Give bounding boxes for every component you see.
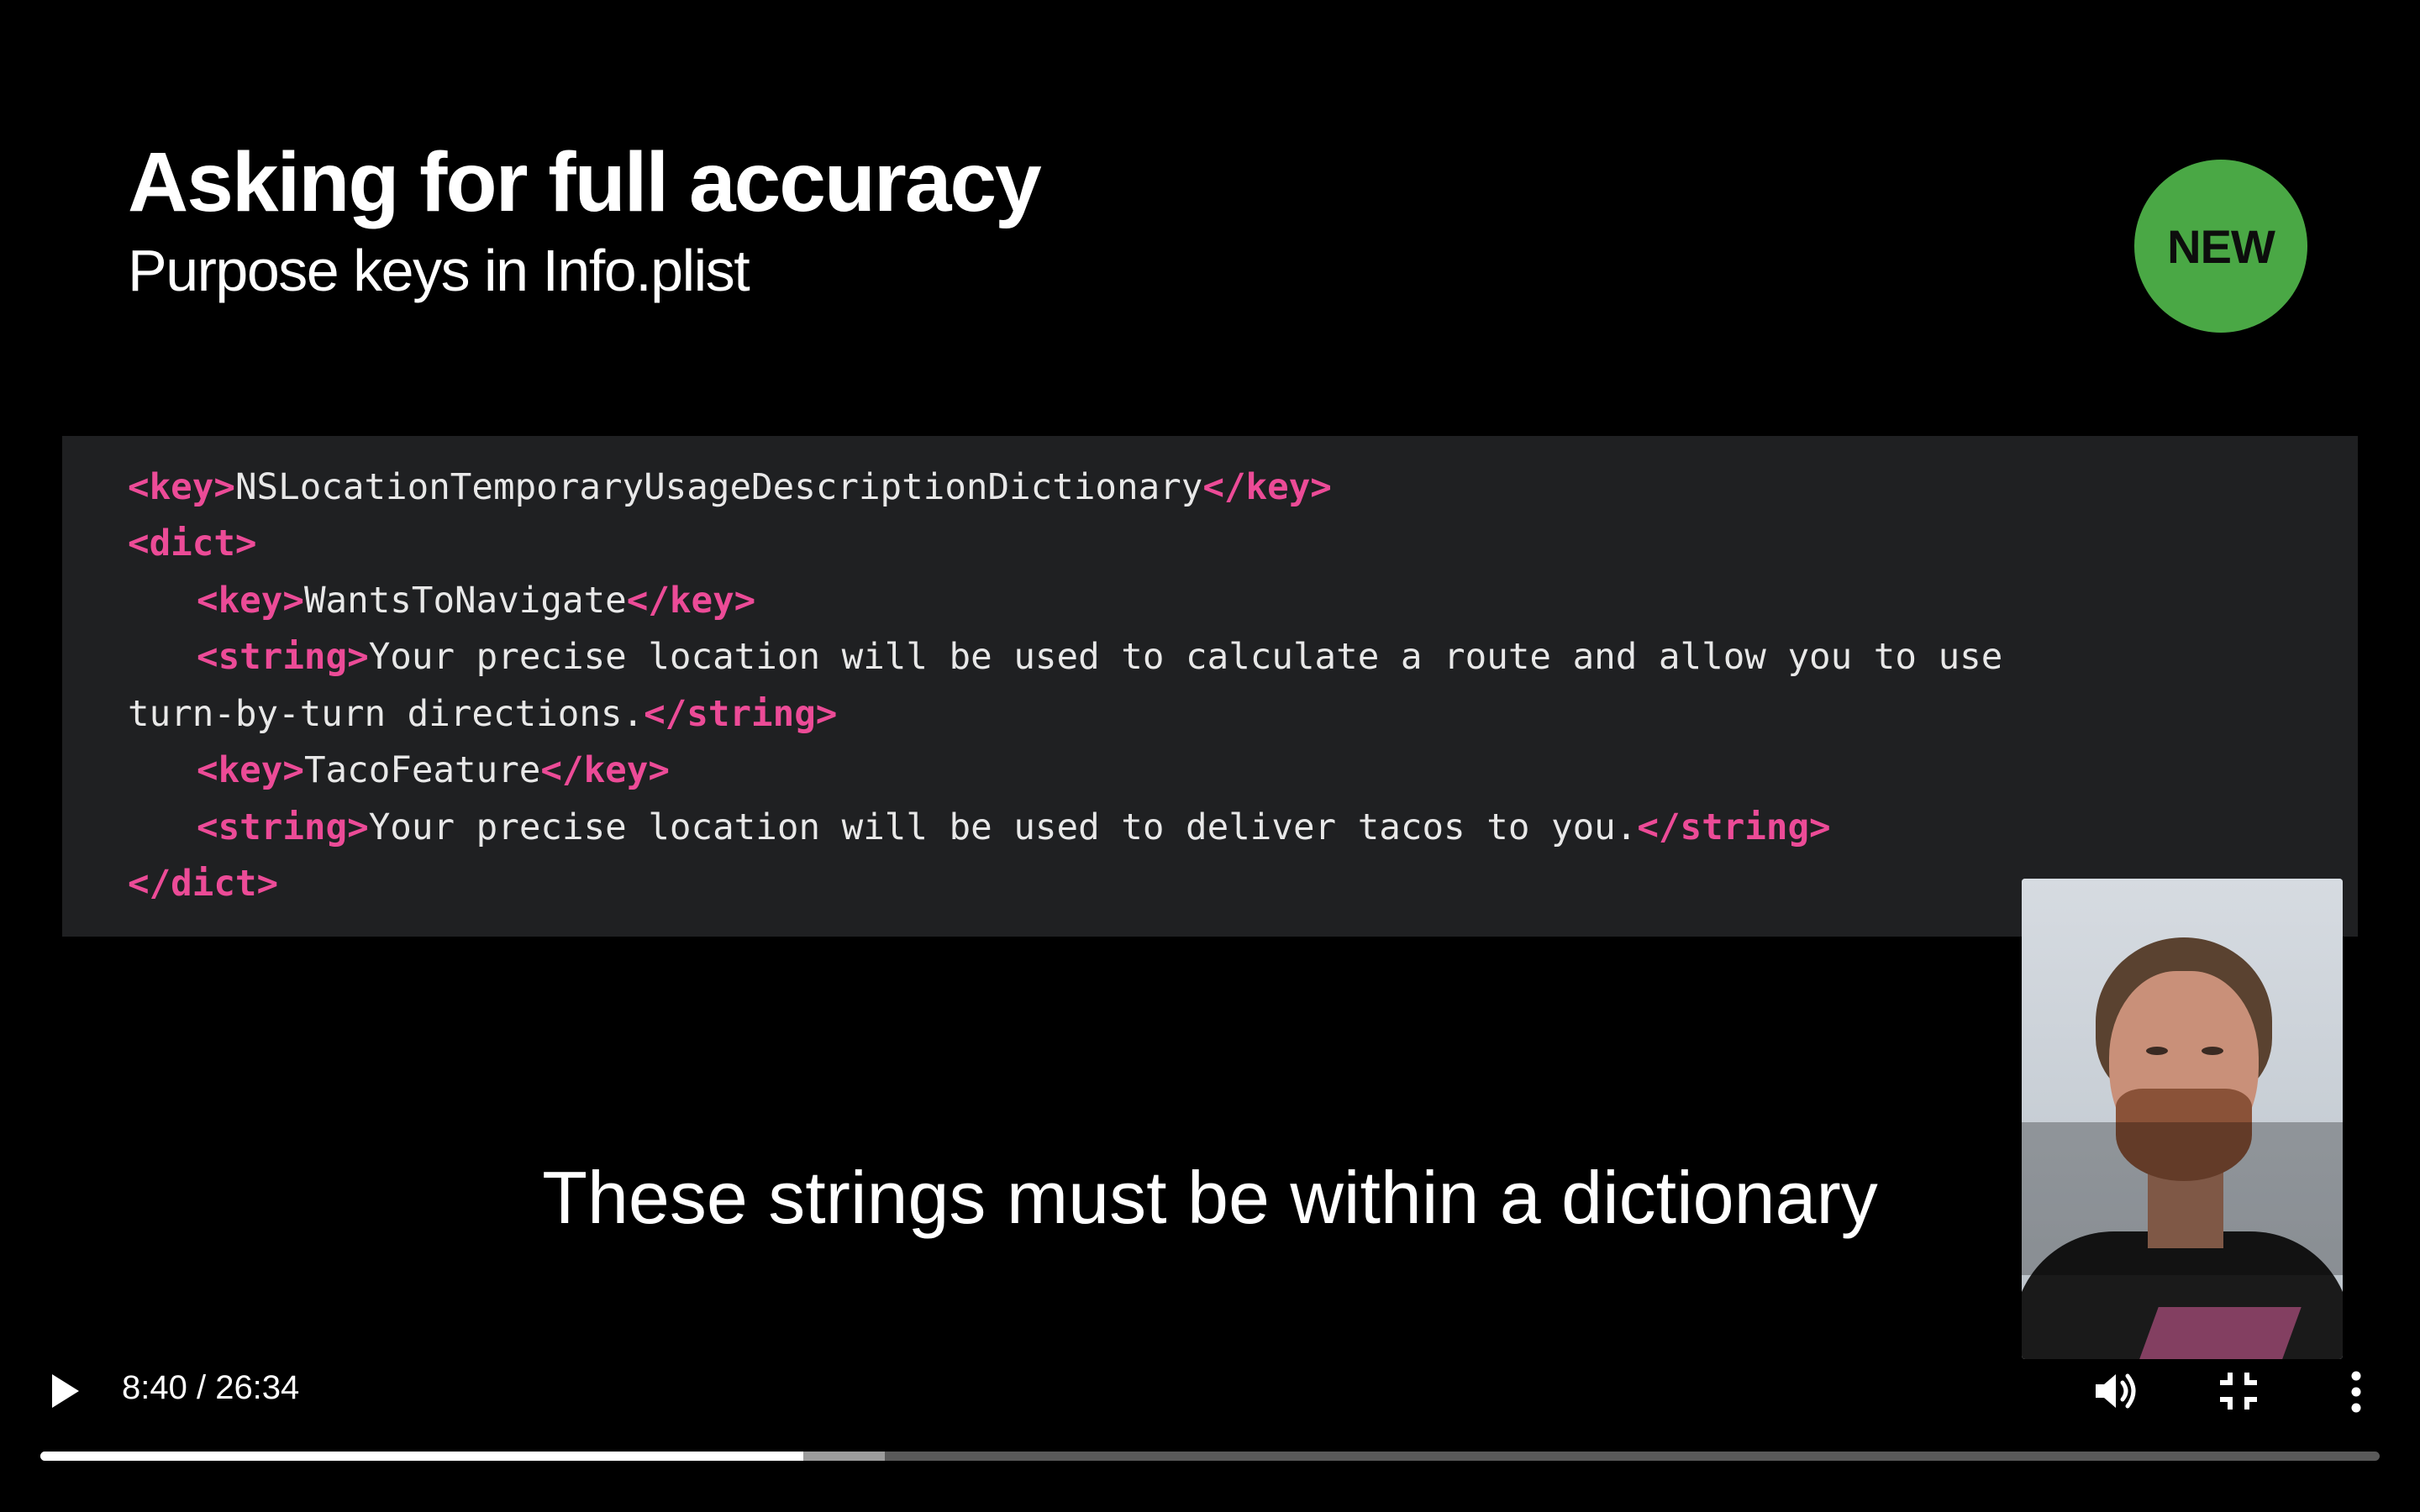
code-tag: </string>	[644, 694, 838, 735]
pip-eye	[2146, 1047, 2168, 1055]
code-line-7: <string>Your precise location will be us…	[197, 810, 1831, 847]
code-text: turn-by-turn directions.	[128, 694, 644, 735]
code-tag: </dict>	[128, 864, 279, 905]
exit-fullscreen-icon	[2220, 1373, 2257, 1410]
volume-button[interactable]	[2092, 1368, 2141, 1415]
code-tag: <key>	[128, 467, 235, 508]
speaker-video	[2022, 879, 2343, 1359]
slide-subtitle: Purpose keys in Info.plist	[128, 238, 750, 303]
code-text: NSLocationTemporaryUsageDescriptionDicti…	[234, 467, 1203, 508]
code-tag: <dict>	[128, 523, 257, 564]
code-block: <key>NSLocationTemporaryUsageDescription…	[62, 436, 2358, 937]
play-icon	[52, 1374, 79, 1408]
code-line-5: turn-by-turn directions.</string>	[128, 694, 838, 735]
code-tag: <key>	[197, 750, 304, 791]
subtitle-caption: These strings must be within a dictionar…	[542, 1156, 1878, 1239]
play-button[interactable]	[44, 1368, 86, 1415]
code-line-1: <key>NSLocationTemporaryUsageDescription…	[128, 470, 1332, 507]
code-tag: <string>	[197, 807, 369, 848]
more-options-button[interactable]	[2346, 1369, 2366, 1415]
time-readout: 8:40 / 26:34	[122, 1369, 300, 1406]
progress-played	[40, 1452, 803, 1461]
code-text: Your precise location will be used to de…	[368, 807, 1638, 848]
code-tag: <key>	[197, 580, 304, 622]
code-text: Your precise location will be used to ca…	[368, 637, 2003, 678]
code-text: WantsToNavigate	[303, 580, 627, 622]
code-line-6: <key>TacoFeature</key>	[197, 753, 670, 790]
pip-shirt-print	[2137, 1307, 2302, 1359]
code-line-8: </dict>	[128, 864, 279, 905]
code-line-4: <string>Your precise location will be us…	[197, 637, 2003, 678]
code-text: TacoFeature	[303, 750, 541, 791]
code-tag: </key>	[540, 750, 670, 791]
code-tag: </key>	[626, 580, 756, 622]
new-badge: NEW	[2134, 160, 2307, 333]
slide-title: Asking for full accuracy	[128, 135, 1042, 229]
pip-eye	[2202, 1047, 2223, 1055]
code-tag: </string>	[1637, 807, 1831, 848]
volume-icon	[2096, 1373, 2136, 1409]
progress-bar[interactable]	[40, 1452, 2380, 1461]
exit-fullscreen-button[interactable]	[2218, 1369, 2259, 1413]
code-line-3: <key>WantsToNavigate</key>	[197, 583, 755, 620]
more-options-icon	[2351, 1371, 2361, 1413]
code-tag: <string>	[197, 637, 369, 678]
code-line-2: <dict>	[128, 526, 257, 563]
code-tag: </key>	[1202, 467, 1332, 508]
